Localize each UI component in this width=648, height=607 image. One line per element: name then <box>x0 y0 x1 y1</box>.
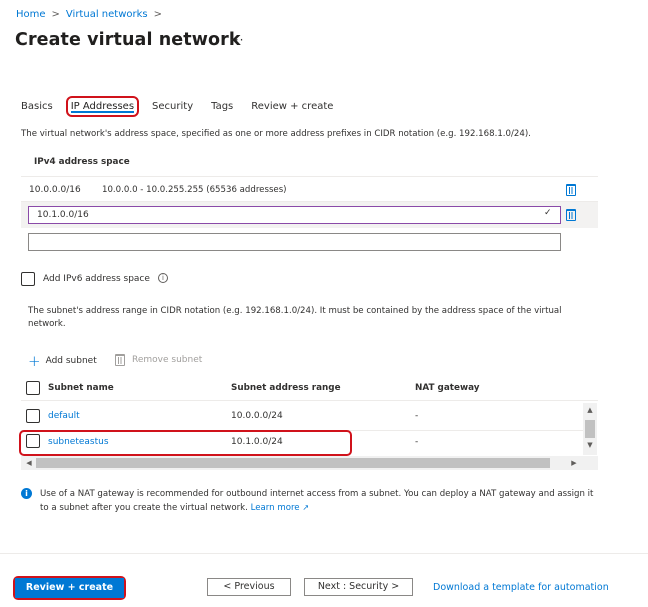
learn-more-link[interactable]: Learn more <box>251 503 300 513</box>
more-options-icon[interactable]: ··· <box>230 33 244 47</box>
breadcrumb-virtual-networks[interactable]: Virtual networks <box>66 9 148 20</box>
footer-divider <box>0 553 648 554</box>
address-prefix-input-value: 10.1.0.0/16 <box>37 210 89 220</box>
nat-gateway-value: - <box>415 437 419 447</box>
select-all-checkbox[interactable] <box>26 381 40 395</box>
new-address-prefix-input[interactable] <box>28 233 561 251</box>
ipv6-label: Add IPv6 address space <box>43 274 150 284</box>
tab-security[interactable]: Security <box>152 99 193 114</box>
tab-tags[interactable]: Tags <box>211 99 233 114</box>
info-icon[interactable]: i <box>158 273 168 283</box>
tab-ip-addresses[interactable]: IP Addresses <box>65 96 140 117</box>
nat-gateway-value: - <box>415 411 419 421</box>
address-range: 10.0.0.0 - 10.0.255.255 (65536 addresses… <box>102 185 287 195</box>
breadcrumb-separator: > <box>51 9 60 20</box>
row-checkbox[interactable] <box>26 409 40 423</box>
breadcrumb-home[interactable]: Home <box>16 9 46 20</box>
remove-subnet-button: Remove subnet <box>115 354 202 366</box>
scroll-thumb[interactable] <box>585 420 595 438</box>
delete-icon <box>115 354 125 366</box>
scroll-thumb-horizontal[interactable] <box>36 458 550 468</box>
subnet-name-link[interactable]: default <box>48 411 80 421</box>
tab-basics[interactable]: Basics <box>21 99 53 114</box>
divider <box>21 176 598 177</box>
tab-review-create[interactable]: Review + create <box>251 99 333 114</box>
check-icon: ✓ <box>544 208 552 218</box>
nat-info-text: Use of a NAT gateway is recommended for … <box>40 489 594 513</box>
add-subnet-button[interactable]: + Add subnet <box>28 352 97 370</box>
scroll-up-icon[interactable]: ▲ <box>584 406 596 414</box>
ipv4-header: IPv4 address space <box>34 157 130 167</box>
column-subnet-name[interactable]: Subnet name <box>48 383 114 393</box>
scroll-left-icon[interactable]: ◀ <box>24 459 34 467</box>
page-title: Create virtual network <box>15 30 241 50</box>
breadcrumb: Home > Virtual networks > <box>16 9 162 20</box>
next-security-button[interactable]: Next : Security > <box>304 578 413 596</box>
ipv4-description: The virtual network's address space, spe… <box>21 129 531 139</box>
address-prefix-input[interactable]: 10.1.0.0/16 ✓ <box>28 206 561 224</box>
table-row <box>21 402 598 428</box>
scroll-right-icon[interactable]: ▶ <box>569 459 579 467</box>
review-create-button[interactable]: Review + create <box>15 578 124 598</box>
column-nat-gateway[interactable]: NAT gateway <box>415 383 479 393</box>
tab-bar: Basics IP Addresses Security Tags Review… <box>21 96 351 117</box>
subnet-range: 10.0.0.0/24 <box>231 411 283 421</box>
subnet-description: The subnet's address range in CIDR notat… <box>28 306 562 329</box>
add-subnet-label: Add subnet <box>45 356 97 366</box>
scroll-down-icon[interactable]: ▼ <box>584 441 596 449</box>
nat-info-message: Use of a NAT gateway is recommended for … <box>40 488 600 515</box>
remove-subnet-label: Remove subnet <box>132 355 203 365</box>
previous-button[interactable]: < Previous <box>207 578 291 596</box>
divider <box>21 400 598 401</box>
delete-icon[interactable] <box>566 184 576 196</box>
breadcrumb-separator: > <box>153 9 162 20</box>
ipv6-checkbox[interactable] <box>21 272 35 286</box>
address-prefix: 10.0.0.0/16 <box>29 185 81 195</box>
delete-icon[interactable] <box>566 209 576 221</box>
highlight-box <box>19 430 352 456</box>
external-link-icon: ↗ <box>302 503 310 512</box>
column-subnet-range[interactable]: Subnet address range <box>231 383 341 393</box>
plus-icon: + <box>28 352 41 370</box>
info-icon: i <box>21 488 32 499</box>
download-template-link[interactable]: Download a template for automation <box>433 582 609 593</box>
